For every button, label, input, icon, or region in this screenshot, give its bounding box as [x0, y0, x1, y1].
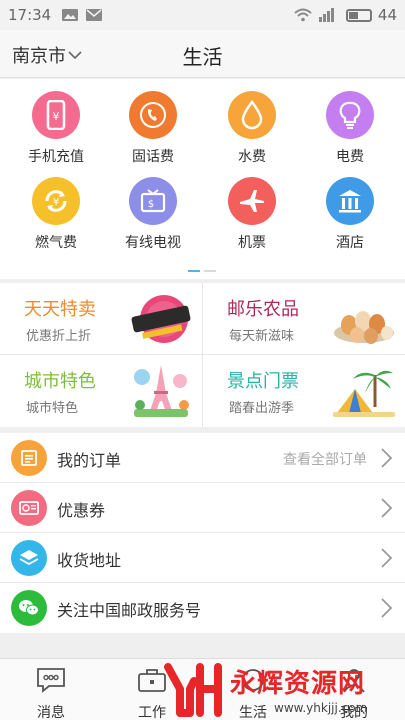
menu-row-label: 我的订单 [57, 451, 122, 470]
service-label: 机票 [238, 235, 266, 251]
service-flight[interactable]: 机票 [202, 177, 302, 252]
page-indicator [186, 270, 218, 272]
hotel-icon [326, 177, 374, 225]
menu-row-coupons[interactable]: 优惠券 [0, 483, 405, 533]
service-water[interactable]: 水费 [202, 91, 302, 166]
service-label: 有线电视 [125, 235, 181, 251]
service-label: 固话费 [132, 149, 174, 165]
svg-text:$: $ [148, 199, 154, 210]
promo-grid: 天天特卖 优惠折上折 邮乐农品 每天新滋味 城市特色 城市特色 景点门票 踏春出… [0, 283, 405, 427]
page-dot [204, 270, 216, 272]
promo-subtitle: 踏春出游季 [229, 401, 295, 416]
service-cable-tv[interactable]: $ 有线电视 [103, 177, 203, 252]
promo-title: 城市特色 [24, 371, 96, 392]
tab-messages[interactable]: 消息 [11, 659, 91, 720]
water-drop-icon [228, 91, 276, 139]
promo-subtitle: 城市特色 [26, 401, 79, 416]
promo-subtitle: 优惠折上折 [26, 329, 92, 344]
promo-title: 天天特卖 [24, 299, 96, 320]
menu-row-follow-service[interactable]: 关注中国邮政服务号 [0, 583, 405, 633]
view-all-orders-link[interactable]: 查看全部订单 [283, 449, 367, 469]
image-icon [62, 9, 79, 21]
menu-row-orders[interactable]: 我的订单 查看全部订单 [0, 433, 405, 483]
service-mobile-topup[interactable]: ¥ 手机充值 [6, 91, 106, 166]
page-dot-active [188, 270, 200, 272]
gas-icon: ¥ [32, 177, 80, 225]
message-icon [37, 668, 65, 693]
services-grid: ¥ 手机充值 固话费 水费 电费 ¥ 燃气费 $ 有线电视 机票 酒店 [0, 79, 405, 279]
phone-icon [129, 91, 177, 139]
signal-icon [318, 8, 334, 22]
tv-icon: $ [129, 177, 177, 225]
svg-text:¥: ¥ [53, 110, 60, 123]
mobile-topup-icon: ¥ [32, 91, 80, 139]
status-bar: 17:34 44 [0, 0, 405, 30]
promo-farm-products[interactable]: 邮乐农品 每天新滋味 [203, 283, 405, 355]
airplane-icon [228, 177, 276, 225]
tab-label: 消息 [37, 705, 65, 720]
coupon-icon [11, 490, 47, 526]
menu-row-label: 优惠券 [57, 501, 106, 520]
page-title: 生活 [182, 45, 223, 69]
menu-list: 我的订单 查看全部订单 优惠券 收货地址 关注中国邮政服务号 [0, 433, 405, 633]
service-gas[interactable]: ¥ 燃气费 [6, 177, 106, 252]
eiffel-tower-image [134, 365, 189, 417]
address-layers-icon [11, 540, 47, 576]
chevron-right-icon [381, 448, 393, 468]
promo-title: 邮乐农品 [227, 299, 299, 320]
battery-icon [345, 8, 372, 22]
service-label: 燃气费 [35, 235, 77, 251]
mail-icon [86, 9, 103, 21]
service-landline[interactable]: 固话费 [103, 91, 203, 166]
app-header: 南京市 生活 [0, 30, 405, 78]
daily-sale-badge-icon [131, 295, 191, 343]
service-label: 水费 [238, 149, 266, 165]
promo-subtitle: 每天新滋味 [229, 329, 295, 344]
service-hotel[interactable]: 酒店 [300, 177, 400, 252]
chevron-right-icon [381, 598, 393, 618]
menu-row-label: 收货地址 [57, 551, 122, 570]
order-list-icon [11, 440, 47, 476]
status-time: 17:34 [8, 6, 52, 24]
chevron-right-icon [381, 548, 393, 568]
lightbulb-icon [326, 91, 374, 139]
service-label: 酒店 [336, 235, 364, 251]
beach-tent-image [333, 370, 395, 417]
service-label: 电费 [336, 149, 364, 165]
watermark: 永辉资源网 www.yhkjjj.com [164, 661, 400, 719]
watermark-text: 永辉资源网 [230, 669, 366, 699]
promo-city-special[interactable]: 城市特色 城市特色 [0, 355, 202, 427]
svg-text:¥: ¥ [53, 197, 59, 208]
watermark-url: www.yhkjjj.com [274, 701, 368, 715]
eggs-image [334, 311, 394, 344]
wifi-icon [294, 8, 312, 22]
battery-level: 44 [377, 6, 397, 24]
service-label: 手机充值 [28, 149, 84, 165]
promo-tickets[interactable]: 景点门票 踏春出游季 [203, 355, 405, 427]
watermark-logo-icon [164, 663, 222, 717]
menu-row-address[interactable]: 收货地址 [0, 533, 405, 583]
service-electricity[interactable]: 电费 [300, 91, 400, 166]
promo-daily-sale[interactable]: 天天特卖 优惠折上折 [0, 283, 202, 355]
menu-row-label: 关注中国邮政服务号 [57, 601, 202, 620]
chevron-right-icon [381, 498, 393, 518]
wechat-icon [11, 590, 47, 626]
promo-title: 景点门票 [227, 371, 299, 392]
